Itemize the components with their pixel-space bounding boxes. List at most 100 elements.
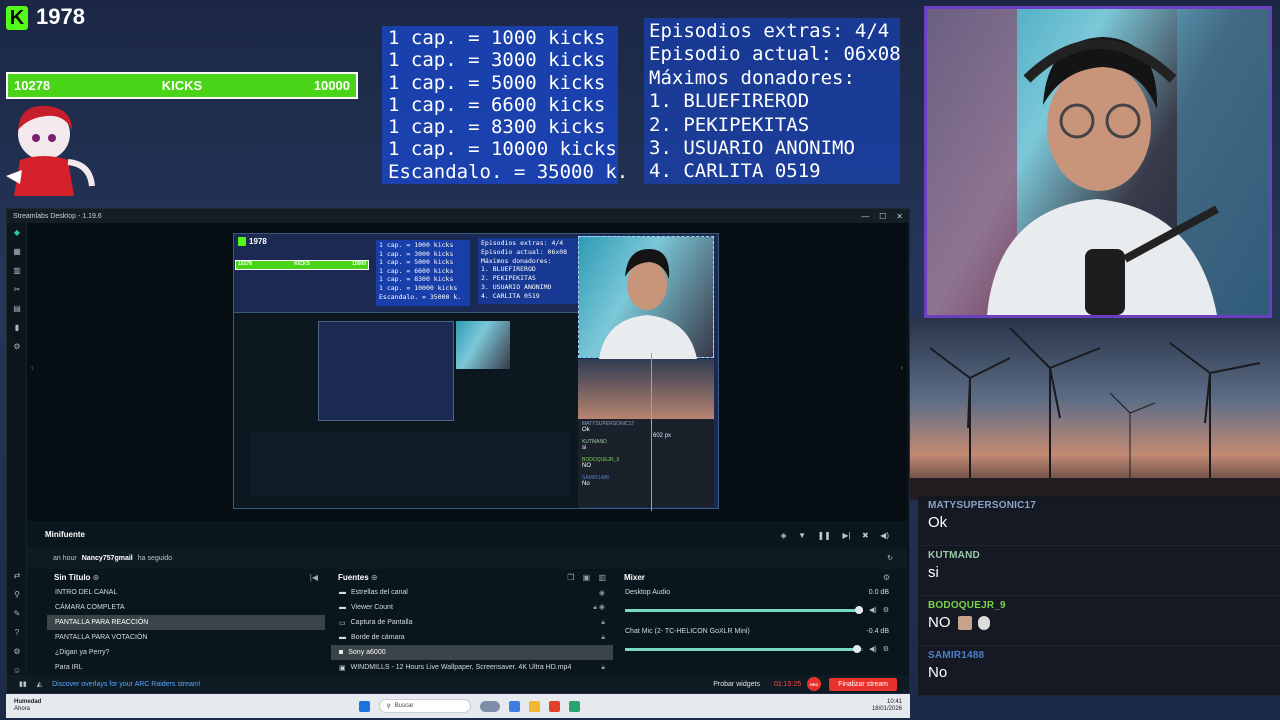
preview-price-line: 1 cap. = 10000 kicks xyxy=(379,283,458,292)
end-stream-button[interactable]: Finalizar stream xyxy=(829,677,897,691)
system-clock[interactable]: 10:41 18/01/2026 xyxy=(872,699,902,713)
chat-message: SAMIR1488 No xyxy=(918,646,1280,696)
scene-item-selected[interactable]: PANTALLA PARA REACCIÓN xyxy=(47,615,325,630)
layout-icon[interactable]: ▦ xyxy=(7,242,27,261)
kick-logo: K xyxy=(6,6,28,30)
promo-link[interactable]: Discover overlays for your ARC Raiders s… xyxy=(52,681,201,688)
shield-icon[interactable]: ◈ xyxy=(780,531,786,540)
scenes-title[interactable]: Sin Título ⊕ xyxy=(54,573,99,582)
help-icon[interactable]: ? xyxy=(7,623,27,642)
volume-icon[interactable]: ◀) xyxy=(880,531,889,540)
window-titlebar: Streamlabs Desktop - 1.19.6 — ☐ ✕ xyxy=(7,209,909,223)
channel-db: -0.4 dB xyxy=(866,628,889,635)
widgets-icon[interactable] xyxy=(480,700,501,712)
maximize-icon[interactable]: ☐ xyxy=(879,212,886,221)
nested-scene xyxy=(318,321,454,421)
volume-knob[interactable] xyxy=(852,644,861,653)
weather-widget[interactable]: Humedad Ahora xyxy=(14,699,41,713)
streamlabs-app-icon[interactable] xyxy=(569,700,581,712)
preview-info-line: 4. CARLITA 0519 xyxy=(481,291,540,300)
volume-slider[interactable] xyxy=(625,644,863,653)
volume-icon[interactable]: ◀) xyxy=(869,645,877,653)
preview-info-line: 2. PEKIPEKITAS xyxy=(481,274,536,283)
volume-slider[interactable] xyxy=(625,605,863,614)
close-icon[interactable]: ✕ xyxy=(896,212,903,221)
preview-chat-text: No xyxy=(582,481,590,487)
webcam-feed xyxy=(927,9,1269,315)
channel-settings-icon[interactable]: ⚙ xyxy=(883,606,889,614)
preview-chat-source[interactable]: MATYSUPERSONIC17 Ok KUTMAND si BODOQUEJR… xyxy=(578,419,714,507)
lock-icon[interactable]: 🔒︎ xyxy=(593,604,597,611)
channel-settings-icon[interactable]: ⚙ xyxy=(883,645,889,653)
preview-info-line: 1. BLUEFIREROD xyxy=(481,265,536,274)
trash-icon[interactable]: ▥ xyxy=(598,573,606,582)
minimize-icon[interactable]: — xyxy=(861,212,869,221)
status-bar: ▮▮ ◭ Discover overlays for your ARC Raid… xyxy=(7,675,909,693)
start-icon[interactable] xyxy=(359,700,371,712)
collapse-right-icon[interactable]: › xyxy=(900,363,903,372)
skip-icon[interactable]: ▶| xyxy=(842,531,850,540)
scene-preview[interactable]: ‹ › 1978 10278 KICKS 10000 1 cap. = 1000… xyxy=(27,223,907,521)
settings-gear-icon[interactable]: ⚙ xyxy=(7,337,27,356)
file-explorer-icon[interactable] xyxy=(509,700,521,712)
filter-icon[interactable]: ▼ xyxy=(798,531,806,540)
lock-icon[interactable]: 🔒︎ xyxy=(601,619,605,627)
source-item-selected[interactable]: ◙ Sony a6000 xyxy=(331,645,613,660)
store-icon[interactable]: ▤ xyxy=(7,299,27,318)
collapse-left-icon[interactable]: ‹ xyxy=(31,363,34,372)
studio-mode-icon[interactable]: ▥ xyxy=(7,261,27,280)
source-item[interactable]: ▭ Captura de Pantalla 🔒︎ xyxy=(331,615,613,630)
visibility-icon[interactable]: ◉ xyxy=(599,589,605,597)
add-source-icon[interactable]: ⊕ xyxy=(371,573,378,582)
folder-icon: ▬ xyxy=(339,634,346,641)
source-label: WINDMILLS - 12 Hours Live Wallpaper, Scr… xyxy=(350,664,572,671)
preview-goal-current: 10278 xyxy=(238,261,252,267)
mute-icon[interactable]: ✖ xyxy=(862,531,869,540)
add-scene-icon[interactable]: ⊕ xyxy=(93,573,100,582)
source-item[interactable]: ▬ Viewer Count 🔒︎ ◉ xyxy=(331,600,613,615)
preview-price-line: Escandalo. = 35000 k. xyxy=(379,292,462,301)
chat-text: No xyxy=(928,664,948,681)
scene-item[interactable]: Para IRL xyxy=(47,660,325,675)
taskbar-search[interactable]: ⚲ Buscar xyxy=(379,699,472,713)
link-icon[interactable]: ⚲ xyxy=(7,585,27,604)
mixer-channel: Chat Mic (2- TC-HELICON GoXLR Mini) -0.4… xyxy=(617,624,897,655)
preview-info-line: Episodio actual: 06x08 xyxy=(481,247,568,256)
volume-knob[interactable] xyxy=(855,605,863,614)
chat-username: BODOQUEJR_9 xyxy=(928,600,1006,611)
highlighter-icon[interactable]: ✎ xyxy=(7,604,27,623)
source-item[interactable]: ▬ Estrellas del canal ◉ xyxy=(331,585,613,600)
settings-icon[interactable]: ⚙ xyxy=(7,642,27,661)
volume-fill xyxy=(625,608,863,612)
browser-icon[interactable] xyxy=(549,700,561,712)
stats-icon[interactable]: ▮ xyxy=(7,318,27,337)
preview-wallpaper-source[interactable] xyxy=(578,359,714,419)
volume-icon[interactable]: ◀) xyxy=(869,606,877,614)
copy-icon[interactable]: ❐ xyxy=(567,573,574,582)
record-button[interactable]: REC xyxy=(807,677,822,691)
chat-username: SAMIR1488 xyxy=(928,650,985,661)
mixer-settings-icon[interactable]: ⚙ xyxy=(883,573,890,582)
source-item[interactable]: ▣ WINDMILLS - 12 Hours Live Wallpaper, Sc… xyxy=(331,660,613,675)
test-widgets-button[interactable]: Probar widgets xyxy=(713,681,760,688)
scene-item[interactable]: PANTALLA PARA VOTACIÓN xyxy=(47,630,325,645)
performance-icon[interactable]: ▮▮ xyxy=(19,680,27,688)
visibility-icon[interactable]: ◉ xyxy=(599,604,605,611)
scene-item[interactable]: CÁMARA COMPLETA xyxy=(47,600,325,615)
source-item[interactable]: ▬ Borde de cámara 🔒︎ xyxy=(331,630,613,645)
scene-toggle-icon[interactable]: |◀ xyxy=(310,573,318,582)
share-icon[interactable]: ⇄ xyxy=(7,566,27,585)
pause-icon[interactable]: ❚❚ xyxy=(817,531,830,540)
lock-icon[interactable]: 🔒︎ xyxy=(601,634,605,642)
preview-webcam-source[interactable] xyxy=(578,236,714,359)
refresh-icon[interactable]: ↻ xyxy=(887,554,893,562)
lock-icon[interactable]: 🔒︎ xyxy=(601,664,605,672)
scene-collection-name[interactable]: Sin Título xyxy=(54,573,90,582)
editor-icon[interactable]: ◆ xyxy=(7,223,27,242)
tools-icon[interactable]: ✂ xyxy=(7,280,27,299)
scene-item[interactable]: ¿Digan ya Perry? xyxy=(47,645,325,660)
group-icon[interactable]: ▣ xyxy=(583,573,591,582)
folder-icon[interactable] xyxy=(529,700,541,712)
clock-date: 18/01/2026 xyxy=(871,706,902,712)
scene-item[interactable]: INTRO DEL CANAL xyxy=(47,585,325,600)
